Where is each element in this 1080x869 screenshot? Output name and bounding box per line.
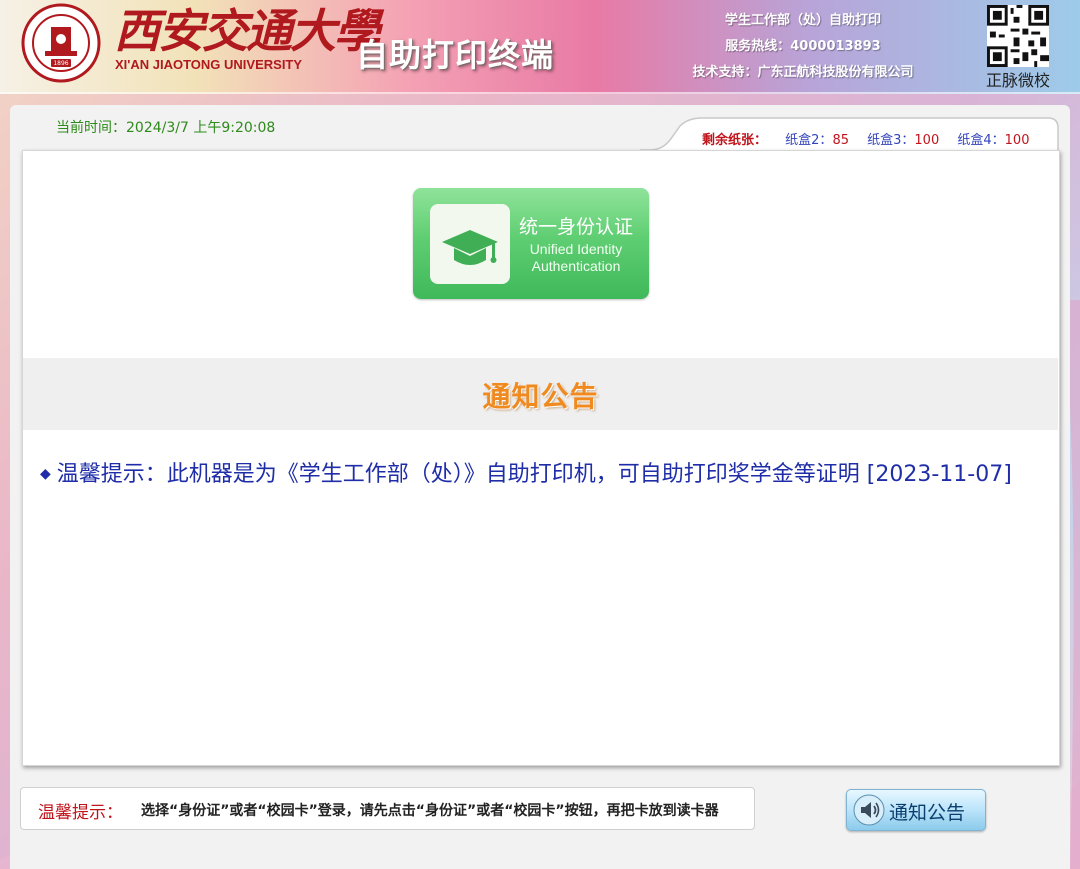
paper-status: 剩余纸张： 纸盒2：85 纸盒3：100 纸盒4：100 <box>702 129 1029 148</box>
notice-button-label: 通知公告 <box>889 802 966 824</box>
paper-status-label: 剩余纸张： <box>702 133 768 148</box>
auth-icon-box <box>430 204 510 284</box>
notice-item-text: 温馨提示：此机器是为《学生工作部（处）》自助打印机，可自助打印奖学金等证明 [2… <box>56 462 1012 487</box>
qr-label: 正脉微校 <box>985 71 1050 90</box>
university-seal-icon: 1896 <box>21 3 101 83</box>
qr-code-icon <box>987 5 1049 67</box>
notice-title: 通知公告 <box>482 380 599 413</box>
header-info: 学生工作部（处）自助打印 服务热线：4000013893 技术支持：广东正航科技… <box>660 8 946 86</box>
auth-label-en: Unified Identity Authentication <box>513 241 639 275</box>
unified-auth-button[interactable]: 统一身份认证 Unified Identity Authentication <box>413 188 649 299</box>
auth-label-en-line1: Unified Identity <box>529 241 623 257</box>
header-info-hotline: 服务热线：4000013893 <box>725 39 881 54</box>
university-name-en: XI'AN JIAOTONG UNIVERSITY <box>115 57 303 72</box>
tray-2-count: 85 <box>832 133 849 148</box>
tray-3-count: 100 <box>914 133 940 148</box>
tray-2-name: 纸盒2： <box>785 133 833 148</box>
header-info-support: 技术支持：广东正航科技股份有限公司 <box>692 65 914 80</box>
auth-label-cn: 统一身份认证 <box>518 216 633 238</box>
marquee-label: 温馨提示： <box>38 803 123 823</box>
notice-header-band: 通知公告 <box>23 358 1058 430</box>
speaker-icon <box>853 794 885 826</box>
seal-year: 1896 <box>53 60 68 67</box>
marquee-box: 温馨提示： 选择“身份证”或者“校园卡”登录，请先点击“身份证”或者“校园卡”按… <box>20 787 755 830</box>
current-time: 当前时间：2024/3/7 上午9:20:08 <box>56 120 276 136</box>
tray-4-name: 纸盒4： <box>957 133 1005 148</box>
graduation-cap-icon <box>442 230 498 265</box>
bullet-diamond-icon: ◆ <box>40 466 51 482</box>
notice-item[interactable]: ◆ 温馨提示：此机器是为《学生工作部（处）》自助打印机，可自助打印奖学金等证明 [… <box>40 458 1060 491</box>
header-bar: 1896 西安交通大學 XI'AN JIAOTONG UNIVERSITY 自助… <box>0 0 1080 94</box>
tray-4-count: 100 <box>1004 133 1030 148</box>
notice-button[interactable]: 通知公告 <box>846 789 986 831</box>
terminal-title: 自助打印终端 <box>356 36 555 74</box>
header-info-department: 学生工作部（处）自助打印 <box>724 13 881 28</box>
auth-label-en-line2: Authentication <box>531 258 621 274</box>
marquee-text: 选择“身份证”或者“校园卡”登录，请先点击“身份证”或者“校园卡”按钮，再把卡放… <box>141 803 719 819</box>
tray-3-name: 纸盒3： <box>867 133 915 148</box>
university-name-cn: 西安交通大學 <box>114 4 380 58</box>
